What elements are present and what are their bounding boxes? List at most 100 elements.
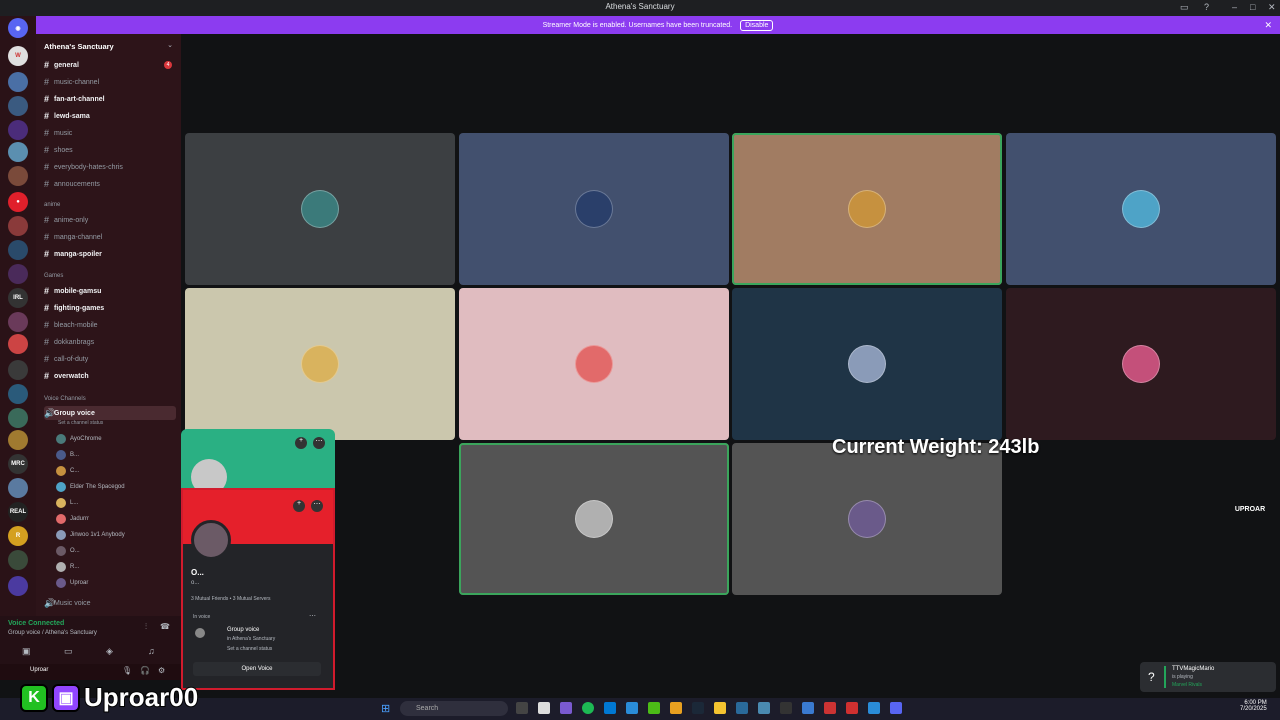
mutuals-text[interactable]: 3 Mutual Friends • 3 Mutual Servers [191,596,271,602]
server-icon[interactable] [8,166,28,186]
channel-mobile-gamsu[interactable]: # mobile-gamsu [44,284,176,298]
chevron-down-icon[interactable]: ⌄ [167,41,173,49]
voice-channel-music-voice[interactable]: 🔊 Music voice [44,596,176,610]
camera-icon[interactable]: ▣ [22,646,31,657]
close-window-icon[interactable]: ✕ [1268,2,1276,13]
activity-notification[interactable]: ? TTVMagicMario is playing Marvel Rivals [1140,662,1276,692]
server-name[interactable]: Athena's Sanctuary [44,42,114,51]
edge-icon[interactable] [626,702,638,714]
channel-fighting-games[interactable]: # fighting-games [44,301,176,315]
channel-call-of-duty[interactable]: # call-of-duty [44,352,176,366]
voice-user[interactable]: L... [56,496,176,510]
app-icon[interactable] [780,702,792,714]
server-icon[interactable] [8,360,28,380]
server-icon[interactable] [8,312,28,332]
windows-start-icon[interactable]: ⊞ [381,702,390,715]
channel-everybody-hates-chris[interactable]: # everybody-hates-chris [44,160,176,174]
app-icon[interactable] [648,702,660,714]
server-icon[interactable]: R [8,526,28,546]
voice-user[interactable]: B... [56,448,176,462]
channel-dokkanbrags[interactable]: # dokkanbrags [44,335,176,349]
participant-tile[interactable] [1006,288,1276,440]
server-icon[interactable] [8,96,28,116]
category-games[interactable]: Games [44,273,63,279]
task-view-icon[interactable] [516,702,528,714]
voice-user[interactable]: C... [56,464,176,478]
voice-user[interactable]: Jinwoo 1v1 Anybody [56,528,176,542]
signal-icon[interactable]: ⫶ [145,622,147,632]
activity-icon[interactable]: ◈ [106,646,113,657]
app-icon[interactable] [846,702,858,714]
channel-fan-art-channel[interactable]: # fan-art-channel [44,92,176,106]
steam-icon[interactable] [692,702,704,714]
channel-overwatch[interactable]: # overwatch [44,369,176,383]
voice-user[interactable]: R... [56,560,176,574]
participant-tile[interactable] [185,288,455,440]
server-icon[interactable] [8,334,28,354]
server-icon[interactable]: MRC [8,454,28,474]
server-icon[interactable] [8,430,28,450]
chrome-icon[interactable] [670,702,682,714]
voice-user[interactable]: AyoChrome [56,432,176,446]
channel-annoucements[interactable]: # annoucements [44,177,176,191]
server-icon[interactable] [8,550,28,570]
maximize-icon[interactable]: □ [1250,2,1255,12]
app-icon[interactable] [824,702,836,714]
participant-tile[interactable] [732,443,1002,595]
channel-music-channel[interactable]: # music-channel [44,75,176,89]
app-icon[interactable] [802,702,814,714]
close-banner-icon[interactable]: ✕ [1264,20,1272,31]
microphone-icon[interactable]: 🎙 [122,666,132,675]
more-icon[interactable]: ⋯ [309,612,316,620]
participant-tile[interactable] [1006,133,1276,285]
spotify-icon[interactable] [582,702,594,714]
server-icon[interactable] [8,384,28,404]
server-icon[interactable] [8,240,28,260]
app-icon[interactable] [736,702,748,714]
category-voice-channels[interactable]: Voice Channels [44,396,86,402]
app-icon[interactable] [538,702,550,714]
channel-manga-channel[interactable]: # manga-channel [44,230,176,244]
taskbar-search[interactable]: Search [400,701,508,716]
disconnect-icon[interactable]: ☎ [160,622,170,631]
add-friend-icon[interactable]: + [293,500,305,512]
server-icon[interactable]: W [8,46,28,66]
discord-home-icon[interactable]: ◉ [8,18,28,38]
server-icon[interactable]: ● [8,192,28,212]
participant-tile[interactable] [732,288,1002,440]
server-icon[interactable] [8,216,28,236]
app-icon[interactable] [560,702,572,714]
participant-tile[interactable] [732,133,1002,285]
disable-streamer-mode-button[interactable]: Disable [740,19,774,31]
server-icon[interactable] [8,478,28,498]
channel-music[interactable]: # music [44,126,176,140]
channel-general[interactable]: # general [44,58,176,72]
server-icon[interactable]: REAL [8,502,28,522]
participant-tile[interactable] [459,443,729,595]
participant-tile[interactable] [459,288,729,440]
server-icon[interactable] [8,264,28,284]
voice-user[interactable]: O... [56,544,176,558]
channel-manga-spoiler[interactable]: # manga-spoiler [44,247,176,261]
soundboard-icon[interactable]: ♫ [148,646,155,656]
app-icon[interactable] [868,702,880,714]
participant-tile[interactable] [185,133,455,285]
outlook-icon[interactable] [604,702,616,714]
user-name[interactable]: Uproar [30,667,48,673]
taskbar-clock[interactable]: 6:00 PM 7/20/2025 [1240,700,1267,712]
voice-user[interactable]: Uproar [56,576,176,590]
vc-name[interactable]: Group voice [227,627,259,633]
help-icon[interactable]: ? [1204,2,1209,12]
more-icon[interactable]: ⋯ [313,437,325,449]
channel-anime-only[interactable]: # anime-only [44,213,176,227]
open-voice-button[interactable]: Open Voice [193,662,321,676]
avatar[interactable] [191,520,231,560]
voice-user[interactable]: Elder The Spacegod [56,480,176,494]
more-icon[interactable]: ⋯ [311,500,323,512]
headphones-icon[interactable]: 🎧 [140,666,150,675]
voice-connected-subtitle[interactable]: Group voice / Athena's Sanctuary [8,630,97,636]
participant-tile[interactable] [459,133,729,285]
inbox-icon[interactable]: ▭ [1180,2,1189,13]
screen-share-icon[interactable]: ▭ [64,646,73,657]
discord-icon[interactable] [890,702,902,714]
